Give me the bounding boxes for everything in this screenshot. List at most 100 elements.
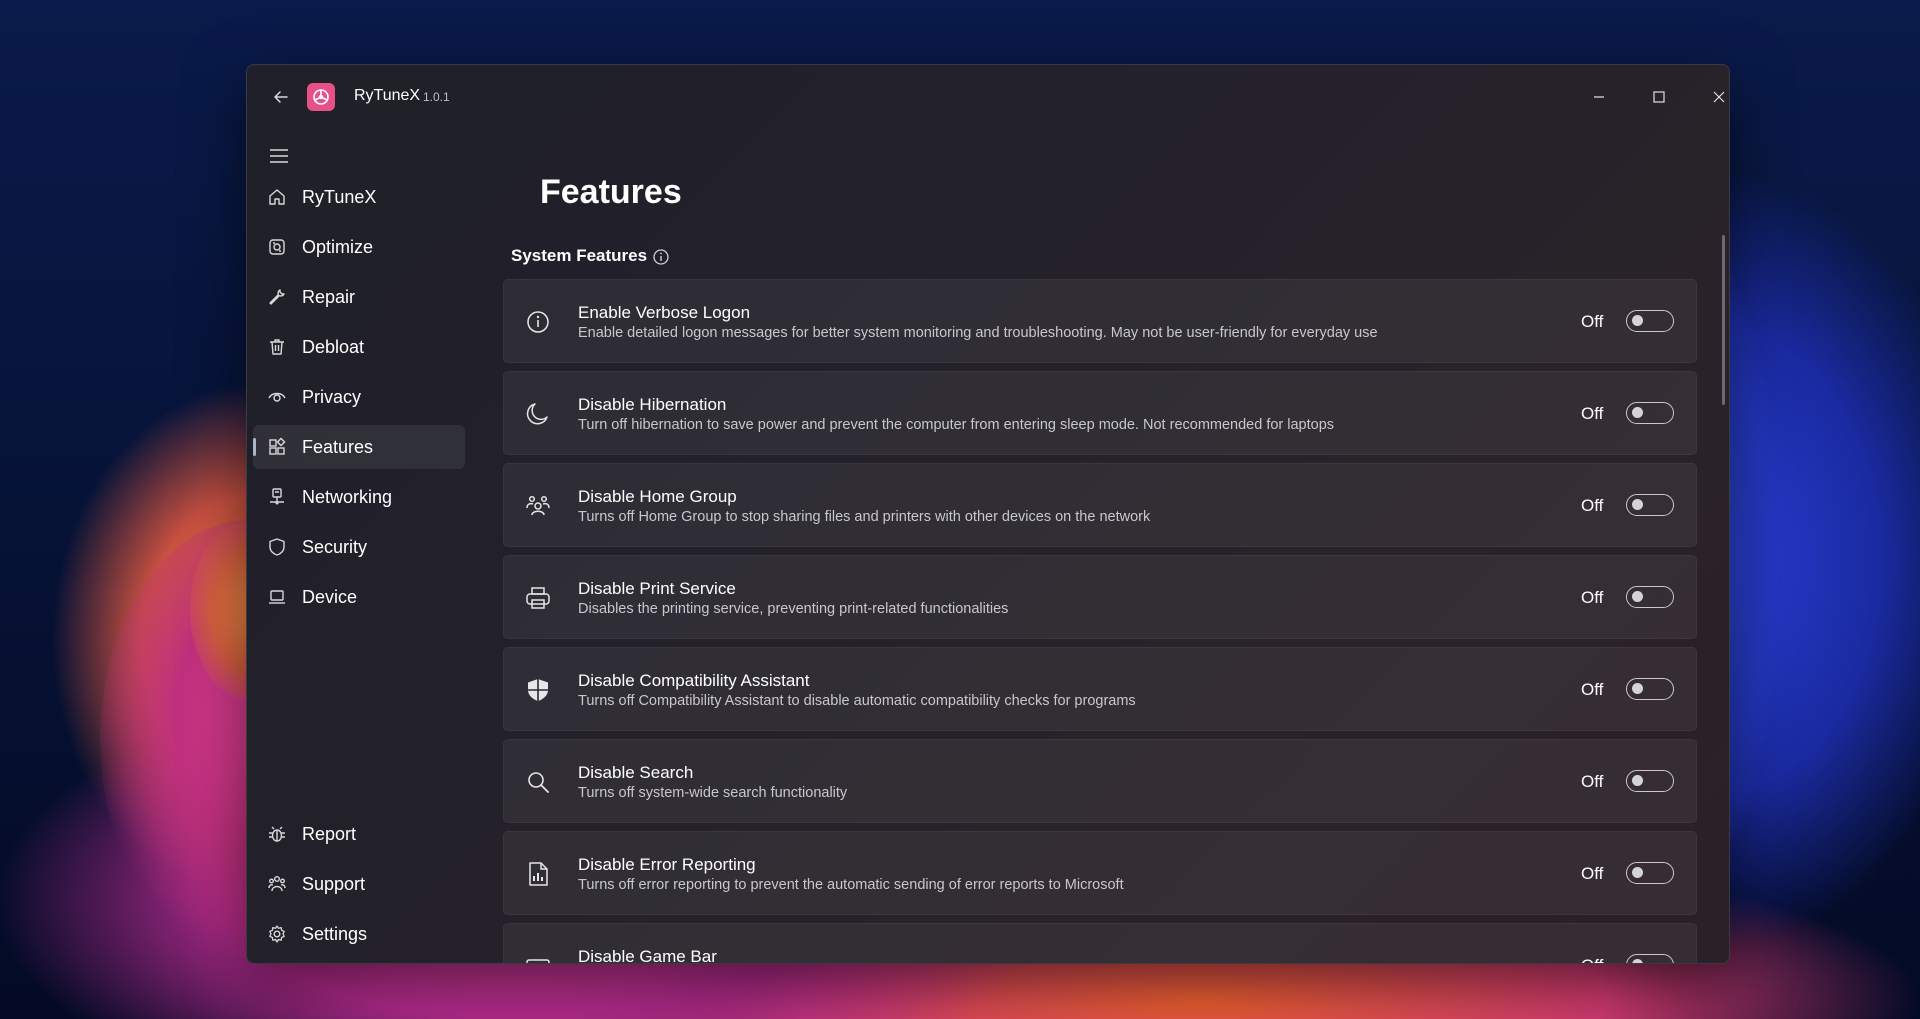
sidebar-item-label: Optimize bbox=[302, 237, 374, 257]
section-title: System Features bbox=[511, 246, 648, 265]
app-version: 1.0.1 bbox=[423, 90, 450, 104]
feature-description: Turns off error reporting to prevent the… bbox=[578, 877, 1124, 893]
page-title: Features bbox=[540, 173, 682, 211]
toggle-switch[interactable] bbox=[1626, 586, 1674, 608]
sidebar-item-optimize[interactable]: Optimize bbox=[253, 225, 465, 269]
printer-icon bbox=[526, 587, 550, 609]
support-icon bbox=[268, 876, 286, 892]
close-icon bbox=[1713, 91, 1725, 103]
feature-description: Turns off Home Group to stop sharing fil… bbox=[578, 509, 1151, 525]
sidebar-item-label: Security bbox=[302, 537, 368, 557]
feature-card-compatibility-assistant: Disable Compatibility Assistant Turns of… bbox=[503, 647, 1697, 731]
laptop-icon bbox=[269, 590, 285, 604]
feature-description: Turn off hibernation to save power and p… bbox=[578, 417, 1335, 433]
apps-icon bbox=[269, 437, 286, 455]
minimize-button[interactable] bbox=[1579, 79, 1619, 115]
feature-title: Disable Game Bar bbox=[578, 947, 717, 963]
sidebar-item-label: Privacy bbox=[302, 387, 362, 407]
hamburger-menu-button[interactable] bbox=[261, 139, 297, 173]
home-icon bbox=[269, 189, 285, 205]
sidebar-item-device[interactable]: Device bbox=[253, 575, 465, 619]
back-button[interactable] bbox=[265, 83, 297, 111]
close-button[interactable] bbox=[1699, 79, 1729, 115]
feature-title: Disable Compatibility Assistant bbox=[578, 671, 810, 690]
sidebar-item-label: Device bbox=[302, 587, 358, 607]
sidebar-item-features[interactable]: Features bbox=[253, 425, 465, 469]
toggle-switch[interactable] bbox=[1626, 310, 1674, 332]
toggle-knob bbox=[1632, 499, 1643, 510]
hamburger-menu-icon bbox=[270, 149, 288, 163]
toggle-state-label: Off bbox=[1581, 956, 1603, 963]
feature-title: Disable Print Service bbox=[578, 579, 736, 598]
sidebar-item-label: Networking bbox=[302, 487, 393, 507]
toggle-state-label: Off bbox=[1581, 312, 1604, 331]
sidebar-item-repair[interactable]: Repair bbox=[253, 275, 465, 319]
feature-card-hibernation: Disable Hibernation Turn off hibernation… bbox=[503, 371, 1697, 455]
feature-title: Enable Verbose Logon bbox=[578, 303, 751, 322]
sidebar-item-security[interactable]: Security bbox=[253, 525, 465, 569]
back-arrow-icon bbox=[274, 91, 288, 103]
wrench-icon bbox=[269, 289, 285, 305]
toggle-switch[interactable] bbox=[1626, 678, 1674, 700]
optimize-icon bbox=[269, 239, 285, 255]
toggle-state-label: Off bbox=[1581, 864, 1604, 883]
minimize-icon bbox=[1594, 96, 1604, 98]
sidebar-item-label: Features bbox=[302, 437, 374, 457]
toggle-switch[interactable] bbox=[1626, 402, 1674, 424]
people-group-icon bbox=[526, 495, 550, 516]
toggle-switch[interactable] bbox=[1626, 494, 1674, 516]
gear-icon bbox=[269, 925, 285, 943]
maximize-icon bbox=[1653, 91, 1665, 103]
title-bar: RyTuneX 1.0.1 bbox=[247, 65, 1729, 129]
feature-description: Disables the printing service, preventin… bbox=[578, 601, 1009, 617]
sidebar-item-support[interactable]: Support bbox=[253, 862, 465, 906]
scrollbar-thumb[interactable] bbox=[1722, 235, 1725, 405]
sidebar-item-rytunex[interactable]: RyTuneX bbox=[253, 175, 465, 219]
toggle-state-label: Off bbox=[1581, 588, 1604, 607]
feature-description: Enable detailed logon messages for bette… bbox=[578, 325, 1378, 341]
toggle-state-label: Off bbox=[1581, 680, 1604, 699]
sidebar-item-debloat[interactable]: Debloat bbox=[253, 325, 465, 369]
sidebar-item-label: Report bbox=[302, 824, 357, 844]
toggle-knob bbox=[1632, 775, 1643, 786]
toggle-knob bbox=[1632, 591, 1643, 602]
toggle-switch[interactable] bbox=[1626, 954, 1674, 963]
toggle-knob bbox=[1632, 959, 1643, 963]
sidebar-item-settings[interactable]: Settings bbox=[253, 912, 465, 956]
app-name: RyTuneX bbox=[354, 87, 421, 104]
report-document-icon bbox=[529, 862, 548, 886]
sidebar-item-label: RyTuneX bbox=[302, 187, 377, 207]
toggle-knob bbox=[1632, 315, 1643, 326]
feature-title: Disable Home Group bbox=[578, 487, 737, 506]
info-icon[interactable] bbox=[652, 248, 670, 266]
feature-card-search: Disable Search Turns off system-wide sea… bbox=[503, 739, 1697, 823]
feature-card-home-group: Disable Home Group Turns off Home Group … bbox=[503, 463, 1697, 547]
toggle-knob bbox=[1632, 867, 1643, 878]
sidebar-item-label: Debloat bbox=[302, 337, 365, 357]
feature-description: Turns off system-wide search functionali… bbox=[578, 785, 848, 801]
toggle-state-label: Off bbox=[1581, 496, 1604, 515]
sidebar-item-networking[interactable]: Networking bbox=[253, 475, 465, 519]
info-circle-icon bbox=[527, 311, 549, 333]
shield-icon bbox=[269, 538, 285, 556]
sidebar-item-privacy[interactable]: Privacy bbox=[253, 375, 465, 419]
app-window: RyTuneX 1.0.1 RyTuneX Optimize Repair De… bbox=[246, 64, 1730, 964]
feature-list: Enable Verbose Logon Enable detailed log… bbox=[503, 279, 1697, 963]
feature-card-verbose-logon: Enable Verbose Logon Enable detailed log… bbox=[503, 279, 1697, 363]
sidebar-item-label: Repair bbox=[302, 287, 356, 307]
search-icon bbox=[528, 772, 549, 793]
maximize-button[interactable] bbox=[1639, 79, 1679, 115]
toggle-knob bbox=[1632, 407, 1643, 418]
sidebar-item-report[interactable]: Report bbox=[253, 812, 465, 856]
feature-title: Disable Error Reporting bbox=[578, 855, 756, 874]
sidebar-item-label: Support bbox=[302, 874, 366, 894]
feature-title: Disable Search bbox=[578, 763, 694, 782]
sidebar-item-label: Settings bbox=[302, 924, 368, 944]
network-icon bbox=[270, 488, 284, 505]
feature-card-game-bar: Disable Game Bar Off bbox=[503, 923, 1697, 963]
toggle-state-label: Off bbox=[1581, 772, 1604, 791]
toggle-switch[interactable] bbox=[1626, 770, 1674, 792]
toggle-switch[interactable] bbox=[1626, 862, 1674, 884]
feature-card-print-service: Disable Print Service Disables the print… bbox=[503, 555, 1697, 639]
toggle-state-label: Off bbox=[1581, 404, 1604, 423]
